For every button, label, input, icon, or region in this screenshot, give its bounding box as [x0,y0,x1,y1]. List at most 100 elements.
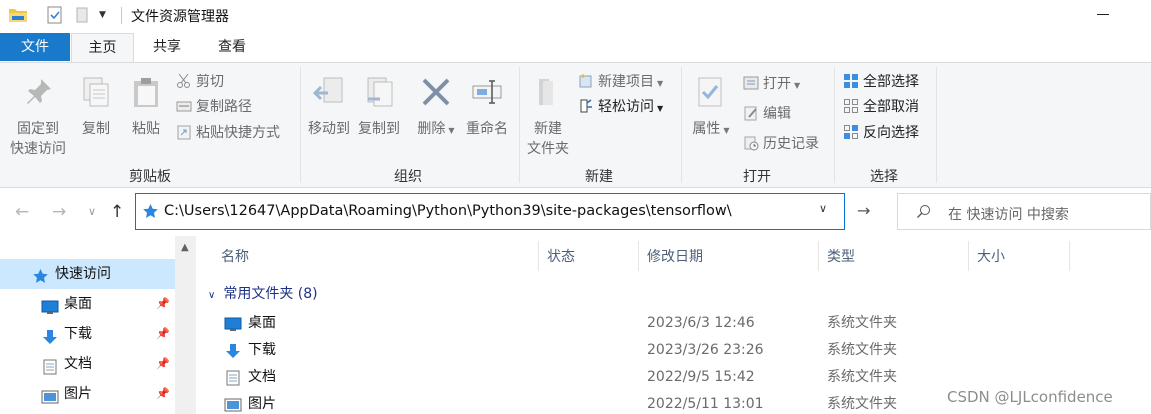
move-to-label: 移动到 [308,121,350,137]
nav-item-downloads[interactable]: 下载 📌 [0,319,175,349]
tab-share[interactable]: 共享 [137,33,197,62]
column-divider[interactable] [818,241,819,271]
column-divider[interactable] [968,241,969,271]
edit-button[interactable]: 编辑 [743,103,791,125]
copy-button[interactable]: 复制 [76,75,116,139]
document-icon [41,356,59,375]
nav-item-documents[interactable]: 文档 📌 [0,349,175,379]
properties-button[interactable]: 属性 ▼ [688,75,734,141]
nav-item-label: 图片 [64,386,92,402]
table-row[interactable]: 桌面 2023/6/3 12:46 系统文件夹 [196,310,1151,337]
open-button[interactable]: 打开 ▼ [743,73,800,95]
column-divider[interactable] [538,241,539,271]
nav-item-pictures[interactable]: 图片 📌 [0,379,175,409]
column-divider[interactable] [1069,241,1070,271]
select-none-button[interactable]: 全部取消 [843,96,919,118]
new-folder-button[interactable]: 新建 文件夹 [522,75,574,159]
copy-label: 复制 [82,121,110,137]
delete-button[interactable]: 删除 ▼ [414,75,458,141]
group-header-frequent-folders[interactable]: ∨ 常用文件夹 (8) [208,283,318,303]
minimize-button[interactable] [1097,14,1109,15]
paste-shortcut-button[interactable]: 粘贴快捷方式 [176,122,280,144]
delete-dropdown-icon: ▼ [448,126,455,135]
column-header-status[interactable]: 状态 [547,246,575,266]
copy-path-button[interactable]: 复制路径 [176,96,252,118]
group-label-organize: 组织 [394,169,422,185]
cut-button[interactable]: 剪切 [176,71,224,93]
rename-icon [462,75,512,115]
column-header-type[interactable]: 类型 [827,246,855,266]
properties-icon [688,75,734,115]
address-dropdown-icon[interactable]: ∨ [819,202,827,215]
select-all-button[interactable]: 全部选择 [843,71,919,93]
up-arrow-icon[interactable]: ↑ [110,202,124,222]
paste-icon [126,75,166,115]
cut-label: 剪切 [196,74,224,90]
scroll-up-arrow-icon[interactable]: ▲ [181,242,189,253]
new-folder-icon [522,75,574,115]
row-name: 图片 [248,396,276,412]
scissors-icon [176,73,192,89]
address-path[interactable]: C:\Users\12647\AppData\Roaming\Python\Py… [164,203,732,219]
pin-icon[interactable]: 📌 [156,379,170,409]
watermark-text: CSDN @LJLconfidence [947,388,1113,406]
pin-icon[interactable]: 📌 [156,289,170,319]
paste-label: 粘贴 [132,121,160,137]
column-header-size[interactable]: 大小 [977,246,1005,266]
title-separator [121,7,122,24]
collapse-chevron-icon[interactable]: ∨ [208,290,215,301]
rename-button[interactable]: 重命名 [462,75,512,139]
table-row[interactable]: 文档 2022/9/5 15:42 系统文件夹 [196,364,1151,391]
pin-icon[interactable]: 📌 [156,319,170,349]
back-arrow-icon[interactable]: ← [15,202,29,222]
title-bar: ▼ 文件资源管理器 [0,0,1151,32]
download-icon [224,342,242,358]
new-item-label: 新建项目 [598,74,654,90]
nav-pane-scrollbar[interactable] [175,236,196,414]
forward-arrow-icon[interactable]: → [52,202,66,222]
tab-file[interactable]: 文件 [0,33,70,61]
invert-selection-label: 反向选择 [863,125,919,141]
customize-dropdown-icon[interactable]: ▼ [99,10,106,20]
history-label: 历史记录 [763,136,819,152]
easy-access-dropdown-icon: ▼ [657,104,664,113]
properties-check-icon[interactable] [46,6,64,28]
invert-selection-button[interactable]: 反向选择 [843,122,919,144]
new-item-dropdown-icon: ▼ [657,79,664,88]
group-label-new: 新建 [585,169,613,185]
table-row[interactable]: 下载 2023/3/26 23:26 系统文件夹 [196,337,1151,364]
paste-button[interactable]: 粘贴 [126,75,166,139]
pin-to-quick-access-button[interactable]: 固定到 快速访问 [4,75,72,159]
tab-home[interactable]: 主页 [71,33,134,62]
new-folder-icon[interactable] [75,6,91,28]
new-folder-label-line1: 新建 [534,121,562,137]
nav-item-quick-access[interactable]: 快速访问 [0,259,175,289]
recent-locations-chevron-icon[interactable]: ∨ [88,205,96,218]
column-divider[interactable] [638,241,639,271]
history-button[interactable]: 历史记录 [743,133,819,155]
column-header-date[interactable]: 修改日期 [647,246,703,266]
row-type: 系统文件夹 [827,315,897,331]
column-header-name[interactable]: 名称 [221,246,249,266]
nav-item-desktop[interactable]: 桌面 📌 [0,289,175,319]
quick-access-star-icon [142,203,159,224]
search-box[interactable]: 在 快速访问 中搜索 [897,193,1151,230]
pin-icon[interactable]: 📌 [156,349,170,379]
easy-access-button[interactable]: 轻松访问 ▼ [578,96,663,118]
new-item-button[interactable]: 新建项目 ▼ [578,71,663,93]
properties-label: 属性 ▼ [692,121,730,137]
group-header-label: 常用文件夹 (8) [223,286,318,302]
new-item-icon [578,73,594,89]
tab-view[interactable]: 查看 [200,33,264,62]
pin-label-line2: 快速访问 [10,141,66,157]
select-all-icon [843,73,859,89]
move-to-button[interactable]: 移动到 [304,75,354,139]
open-dropdown-icon: ▼ [794,81,801,90]
group-separator [936,67,937,183]
row-name: 桌面 [248,315,276,331]
group-label-open: 打开 [743,169,771,185]
go-arrow-icon[interactable]: → [857,201,870,220]
row-name: 文档 [248,369,276,385]
address-bar[interactable]: C:\Users\12647\AppData\Roaming\Python\Py… [135,193,845,230]
copy-to-button[interactable]: 复制到 [354,75,404,139]
